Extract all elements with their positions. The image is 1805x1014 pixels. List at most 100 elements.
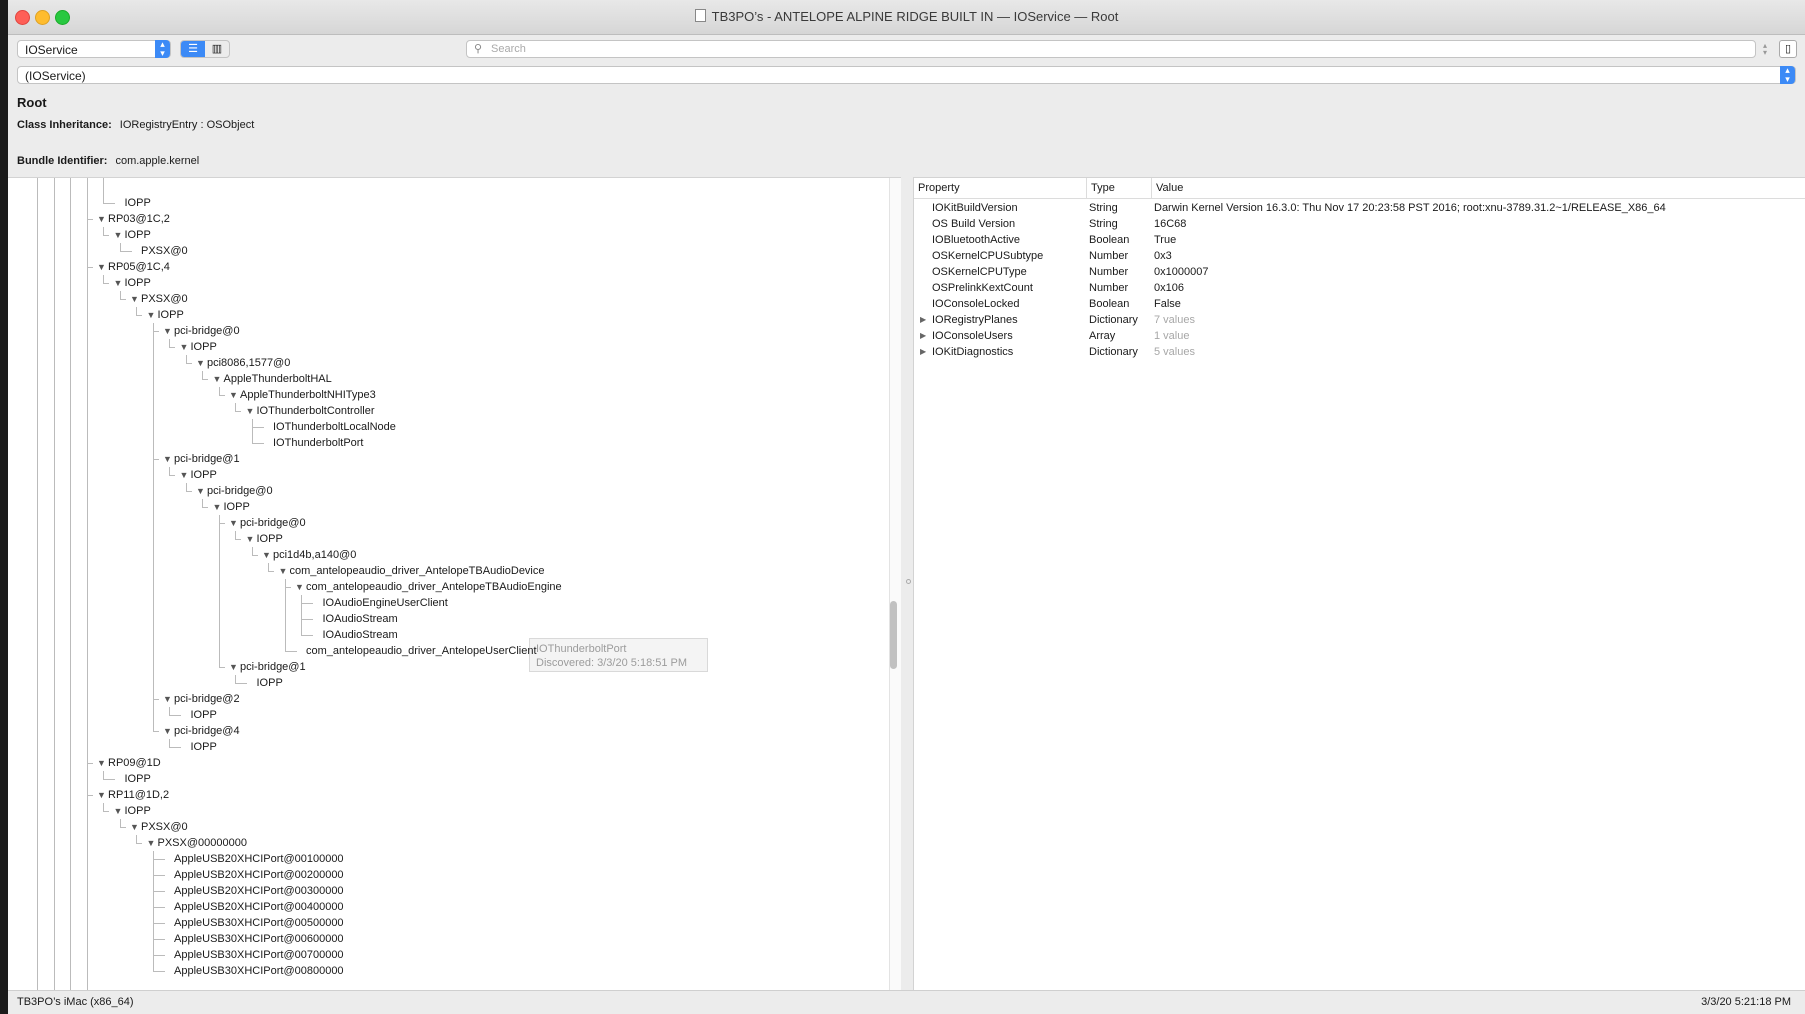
property-row[interactable]: IOKitBuildVersion String Darwin Kernel Ver… [914,200,1805,216]
tree-node[interactable]: ▼ IOThunderboltController [246,403,375,419]
disclosure-triangle-icon[interactable]: ▼ [163,323,174,339]
property-row[interactable]: ▶ IOConsoleUsers Array 1 value [914,328,1805,344]
disclosure-triangle-icon[interactable]: ▼ [180,467,191,483]
tree-node[interactable]: ▼ pci1d4b,a140@0 [262,547,356,563]
tree-node[interactable]: AppleUSB20XHCIPort@00200000 [163,867,344,883]
disclosure-triangle-icon[interactable]: ▼ [97,211,108,227]
tree-node[interactable]: AppleUSB20XHCIPort@00400000 [163,899,344,915]
tree-node[interactable]: ▼ com_antelopeaudio_driver_AntelopeTBAudi… [279,563,545,579]
tree-node[interactable]: IOPP [114,771,151,787]
tree-node[interactable]: ▼ PXSX@00000000 [147,835,247,851]
tree-node[interactable]: ▼ PXSX@0 [130,819,188,835]
disclosure-triangle-icon[interactable]: ▼ [130,819,141,835]
disclosure-triangle-icon[interactable]: ▼ [196,355,207,371]
tree-node[interactable]: ▼ RP09@1D [97,755,161,771]
tree-node[interactable]: PXSX@0 [130,243,188,259]
tree-node[interactable]: ▼ pci-bridge@0 [163,323,240,339]
disclosure-triangle-icon[interactable]: ▼ [114,275,125,291]
tree-node[interactable]: ▼ IOPP [114,803,151,819]
disclosure-triangle-icon[interactable]: ▼ [147,835,158,851]
column-view-button[interactable]: ▥ [205,41,229,57]
property-row[interactable]: IOConsoleLocked Boolean False [914,296,1805,312]
tree-node[interactable]: ▼ AppleThunderboltNHIType3 [229,387,376,403]
disclosure-triangle-icon[interactable]: ▼ [246,531,257,547]
disclosure-triangle-icon[interactable]: ▼ [213,499,224,515]
tree-scrollbar-thumb[interactable] [890,601,897,669]
tree-node[interactable]: AppleUSB30XHCIPort@00700000 [163,947,344,963]
tree-node[interactable]: IOThunderboltPort [262,435,364,451]
tree-node[interactable]: ▼ IOPP [114,227,151,243]
tree-node[interactable]: ▼ AppleThunderboltHAL [213,371,332,387]
property-row[interactable]: OSKernelCPUType Number 0x1000007 [914,264,1805,280]
disclosure-triangle-icon[interactable]: ▼ [213,371,224,387]
tree-node[interactable]: AppleUSB20XHCIPort@00100000 [163,851,344,867]
search-input[interactable]: ⚲ Search [466,40,1756,58]
tree-node[interactable]: ▼ IOPP [180,339,217,355]
disclosure-triangle-icon[interactable]: ▼ [180,339,191,355]
tree-node[interactable]: ▼ pci8086,1577@0 [196,355,290,371]
tree-node[interactable]: ▼ pci-bridge@1 [163,451,240,467]
tree-node[interactable]: IOPP [246,675,283,691]
list-view-button[interactable]: ☰ [181,41,205,57]
tree-node[interactable]: IOAudioEngineUserClient [312,595,448,611]
tree-node[interactable]: ▼ com_antelopeaudio_driver_AntelopeTBAudi… [295,579,562,595]
disclosure-triangle-icon[interactable]: ▼ [229,659,240,675]
tree-node[interactable]: ▼ IOPP [147,307,184,323]
disclosure-triangle-icon[interactable]: ▼ [229,387,240,403]
property-row[interactable]: OSKernelCPUSubtype Number 0x3 [914,248,1805,264]
inspector-toggle-button[interactable]: ▯ [1779,40,1797,58]
property-row[interactable]: IOBluetoothActive Boolean True [914,232,1805,248]
tree-node[interactable]: ▼ pci-bridge@0 [196,483,273,499]
tree-node[interactable]: ▼ IOPP [114,275,151,291]
property-row[interactable]: OS Build Version String 16C68 [914,216,1805,232]
disclosure-triangle-icon[interactable]: ▼ [97,787,108,803]
property-row[interactable]: ▶ IOKitDiagnostics Dictionary 5 values [914,344,1805,360]
properties-pane[interactable]: Property Type Value IOKitBuildVersion Str… [913,177,1805,990]
tree-node[interactable]: ▼ IOPP [180,467,217,483]
title-bar[interactable]: TB3PO’s - ANTELOPE ALPINE RIDGE BUILT IN… [8,0,1805,35]
tree-scrollbar[interactable] [889,178,901,990]
tree-node[interactable]: IOAudioStream [312,611,398,627]
tree-node[interactable]: ▼ IOPP [213,499,250,515]
tree-node[interactable]: IOAudioStream [312,627,398,643]
disclosure-triangle-icon[interactable]: ▼ [262,547,273,563]
tree-node[interactable]: com_antelopeaudio_driver_AntelopeUserCli… [295,643,537,659]
tree-node[interactable]: IOPP [114,195,151,211]
tree-node[interactable]: IOPP [180,707,217,723]
disclosure-triangle-icon[interactable]: ▼ [114,803,125,819]
disclosure-triangle-icon[interactable]: ▼ [130,291,141,307]
column-header-type[interactable]: Type [1087,178,1152,198]
disclosure-triangle-icon[interactable]: ▼ [246,403,257,419]
search-stepper-icon[interactable]: ▴ ▾ [1763,42,1771,58]
disclosure-triangle-icon[interactable]: ▼ [147,307,158,323]
tree-node[interactable]: AppleUSB30XHCIPort@00600000 [163,931,344,947]
tree-node[interactable]: ▼ pci-bridge@4 [163,723,240,739]
tree-node[interactable]: IOThunderboltLocalNode [262,419,396,435]
tree-node[interactable]: ▼ RP03@1C,2 [97,211,170,227]
disclosure-triangle-icon[interactable]: ▼ [97,755,108,771]
path-select[interactable]: (IOService) ▴ ▾ [17,66,1796,84]
tree-node[interactable]: ▼ pci-bridge@0 [229,515,306,531]
tree-node[interactable]: AppleUSB30XHCIPort@00800000 [163,963,344,979]
tree-node[interactable]: AppleUSB20XHCIPort@00300000 [163,883,344,899]
tree-node[interactable]: IOPP [180,739,217,755]
disclosure-triangle-icon[interactable]: ▶ [920,344,926,360]
property-row[interactable]: OSPrelinkKextCount Number 0x106 [914,280,1805,296]
column-header-value[interactable]: Value [1152,178,1805,198]
registry-tree-pane[interactable]: IOThunderboltPort Discovered: 3/3/20 5:1… [8,177,901,990]
property-row[interactable]: ▶ IORegistryPlanes Dictionary 7 values [914,312,1805,328]
column-header-property[interactable]: Property [914,178,1087,198]
tree-node[interactable]: ▼ IOPP [246,531,283,547]
tree-node[interactable]: ▼ RP05@1C,4 [97,259,170,275]
tree-node[interactable]: ▼ RP11@1D,2 [97,787,169,803]
disclosure-triangle-icon[interactable]: ▼ [196,483,207,499]
tree-node[interactable]: ▼ pci-bridge@2 [163,691,240,707]
disclosure-triangle-icon[interactable]: ▼ [279,563,290,579]
tree-node[interactable]: ▼ pci-bridge@1 [229,659,306,675]
view-mode-segmented[interactable]: ☰ ▥ [180,40,230,58]
plane-select[interactable]: IOService ▴ ▾ [17,40,171,58]
disclosure-triangle-icon[interactable]: ▼ [163,451,174,467]
disclosure-triangle-icon[interactable]: ▼ [97,259,108,275]
disclosure-triangle-icon[interactable]: ▶ [920,328,926,344]
disclosure-triangle-icon[interactable]: ▼ [229,515,240,531]
